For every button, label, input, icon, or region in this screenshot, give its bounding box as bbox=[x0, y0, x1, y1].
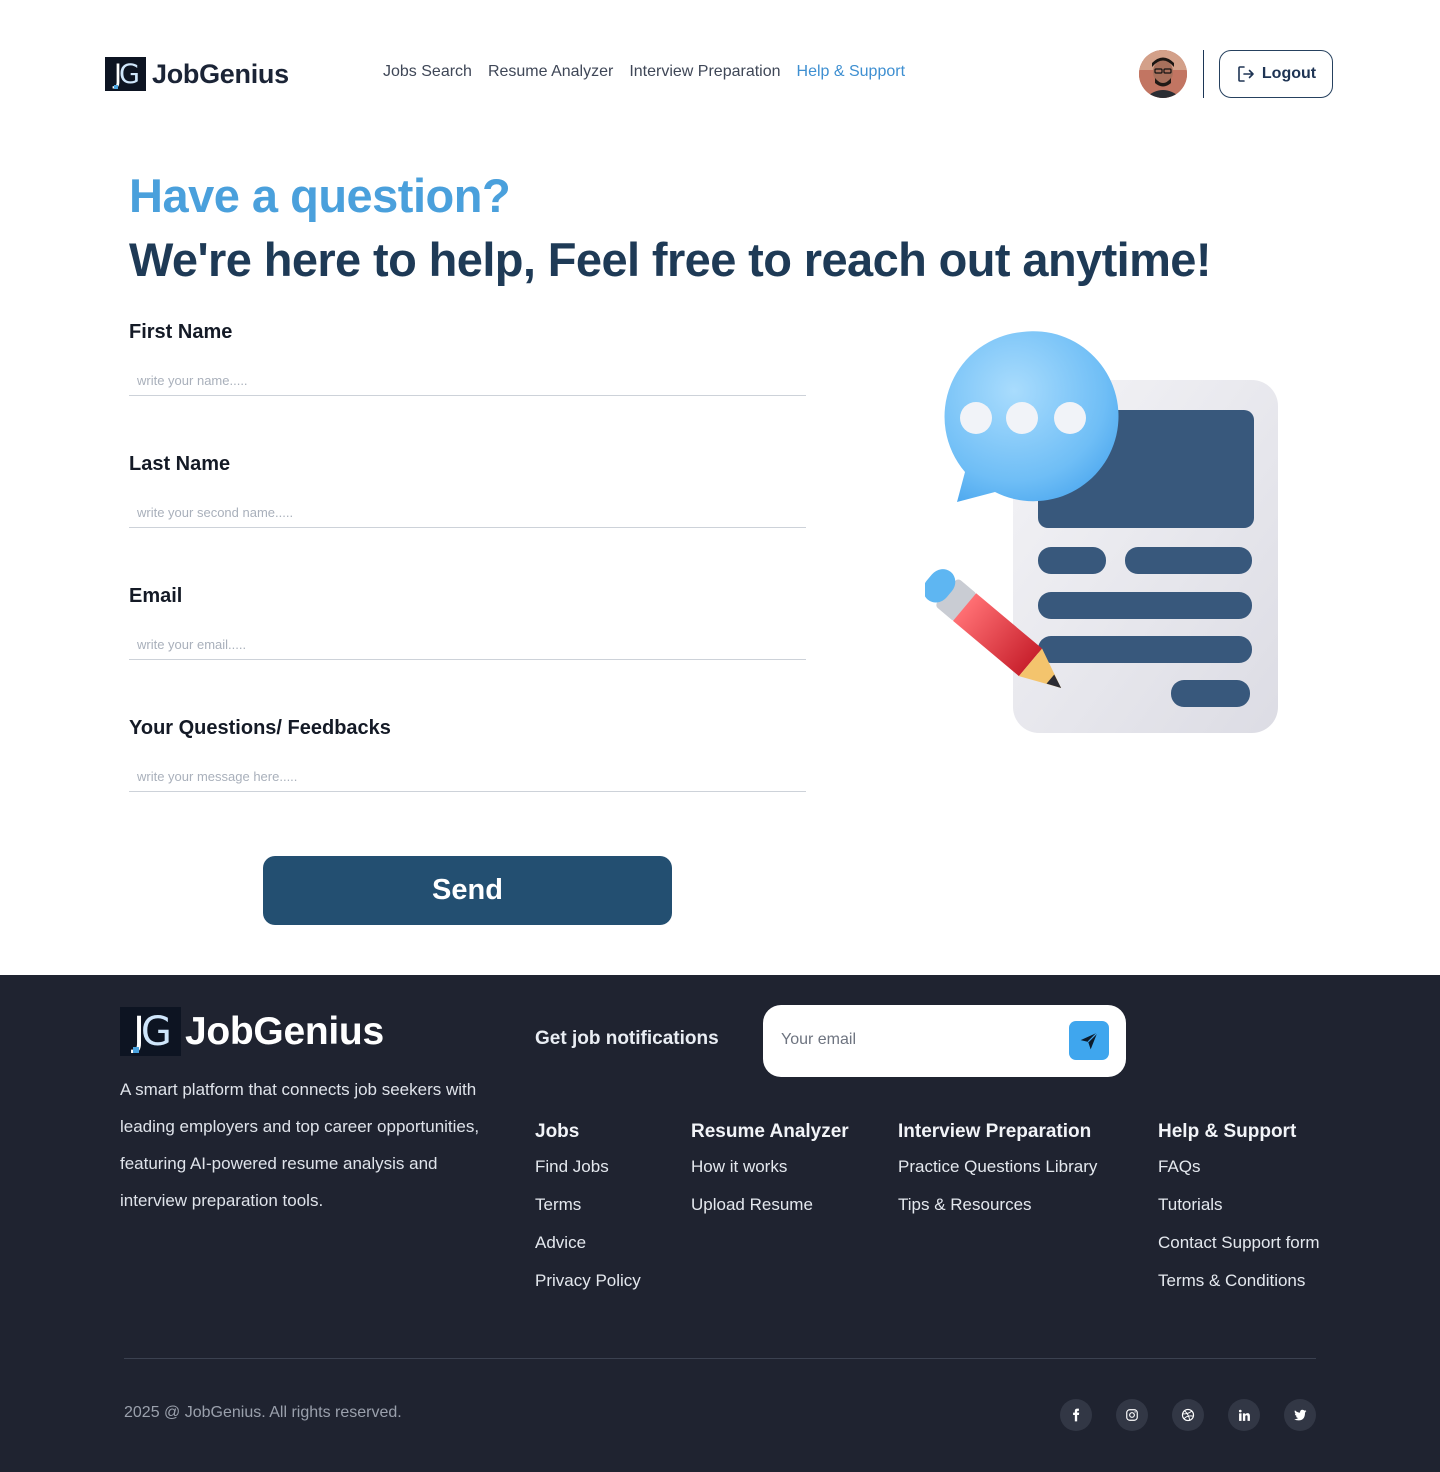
email-input[interactable] bbox=[129, 630, 806, 660]
email-group: Email bbox=[129, 585, 806, 660]
footer-col-title: Jobs bbox=[535, 1121, 580, 1142]
footer-col-help-support: Help & Support FAQs Tutorials Contact Su… bbox=[1158, 1121, 1320, 1309]
site-header: JG JobGenius Jobs Search Resume Analyzer… bbox=[0, 0, 1440, 148]
footer-link-tips-resources[interactable]: Tips & Resources bbox=[898, 1195, 1097, 1233]
instagram-link[interactable] bbox=[1116, 1399, 1148, 1431]
logo-text: JobGenius bbox=[152, 58, 289, 89]
footer-col-interview-preparation: Interview Preparation Practice Questions… bbox=[898, 1121, 1097, 1233]
instagram-icon bbox=[1126, 1409, 1138, 1421]
notify-email-input[interactable] bbox=[781, 1025, 1061, 1055]
footer-link-upload-resume[interactable]: Upload Resume bbox=[691, 1195, 849, 1233]
hero-subtitle: We're here to help, Feel free to reach o… bbox=[129, 233, 1211, 286]
footer-link-faqs[interactable]: FAQs bbox=[1158, 1157, 1320, 1195]
nav-interview-preparation[interactable]: Interview Preparation bbox=[629, 63, 780, 81]
footer-logo-text: JobGenius bbox=[185, 1009, 384, 1053]
header-divider bbox=[1203, 50, 1204, 98]
footer-description: A smart platform that connects job seeke… bbox=[120, 1080, 480, 1210]
footer-divider bbox=[124, 1358, 1316, 1359]
message-label: Your Questions/ Feedbacks bbox=[129, 717, 391, 739]
contact-illustration bbox=[925, 331, 1278, 733]
dribbble-icon bbox=[1181, 1408, 1195, 1422]
last-name-label: Last Name bbox=[129, 453, 231, 475]
notify-form bbox=[763, 1005, 1126, 1077]
footer-logo-mark-letter-g: G bbox=[140, 1008, 172, 1055]
footer-link-find-jobs[interactable]: Find Jobs bbox=[535, 1157, 641, 1195]
footer-link-practice-questions[interactable]: Practice Questions Library bbox=[898, 1157, 1097, 1195]
footer-col-title: Resume Analyzer bbox=[691, 1121, 849, 1142]
social-links bbox=[1060, 1399, 1316, 1431]
send-plane-icon bbox=[1080, 1031, 1098, 1049]
last-name-group: Last Name bbox=[129, 453, 806, 528]
main-nav: Jobs Search Resume Analyzer Interview Pr… bbox=[383, 63, 921, 81]
facebook-icon bbox=[1073, 1408, 1080, 1422]
notify-label: Get job notifications bbox=[535, 1028, 719, 1049]
send-button[interactable]: Send bbox=[263, 856, 672, 925]
footer-link-tutorials[interactable]: Tutorials bbox=[1158, 1195, 1320, 1233]
linkedin-icon bbox=[1238, 1409, 1250, 1421]
footer-logo-mark-icon: JG bbox=[120, 1007, 181, 1056]
footer-logo-mark-letter-j: J bbox=[133, 1008, 145, 1055]
hero-question: Have a question? bbox=[129, 169, 511, 222]
footer-link-terms-conditions[interactable]: Terms & Conditions bbox=[1158, 1271, 1320, 1309]
header-logo[interactable]: JG JobGenius bbox=[105, 57, 289, 91]
user-avatar-icon bbox=[1139, 50, 1187, 98]
footer-logo[interactable]: JG JobGenius bbox=[120, 1007, 384, 1056]
footer-col-jobs: Jobs Find Jobs Terms Advice Privacy Poli… bbox=[535, 1121, 641, 1309]
footer-link-privacy-policy[interactable]: Privacy Policy bbox=[535, 1271, 641, 1309]
message-input[interactable] bbox=[129, 762, 806, 792]
footer-col-title: Help & Support bbox=[1158, 1121, 1297, 1142]
logout-label: Logout bbox=[1261, 65, 1317, 82]
user-avatar[interactable] bbox=[1139, 50, 1187, 98]
footer-col-title: Interview Preparation bbox=[898, 1121, 1092, 1142]
first-name-group: First Name bbox=[129, 321, 806, 396]
nav-resume-analyzer[interactable]: Resume Analyzer bbox=[488, 63, 613, 81]
logout-button[interactable]: Logout bbox=[1219, 50, 1333, 98]
logo-mark-letter-g: G bbox=[119, 58, 140, 90]
twitter-link[interactable] bbox=[1284, 1399, 1316, 1431]
nav-jobs-search[interactable]: Jobs Search bbox=[383, 63, 472, 81]
notify-send-button[interactable] bbox=[1069, 1021, 1109, 1060]
footer-link-advice[interactable]: Advice bbox=[535, 1233, 641, 1271]
logo-mark-icon: JG bbox=[105, 57, 146, 91]
email-label: Email bbox=[129, 585, 183, 607]
facebook-link[interactable] bbox=[1060, 1399, 1092, 1431]
first-name-input[interactable] bbox=[129, 366, 806, 396]
last-name-input[interactable] bbox=[129, 498, 806, 528]
footer-link-contact-support[interactable]: Contact Support form bbox=[1158, 1233, 1320, 1271]
copyright-text: 2025 @ JobGenius. All rights reserved. bbox=[124, 1404, 402, 1421]
linkedin-link[interactable] bbox=[1228, 1399, 1260, 1431]
footer-col-resume-analyzer: Resume Analyzer How it works Upload Resu… bbox=[691, 1121, 849, 1233]
nav-help-support[interactable]: Help & Support bbox=[797, 63, 906, 81]
dribbble-link[interactable] bbox=[1172, 1399, 1204, 1431]
footer-link-how-it-works[interactable]: How it works bbox=[691, 1157, 849, 1195]
first-name-label: First Name bbox=[129, 321, 233, 343]
message-group: Your Questions/ Feedbacks bbox=[129, 717, 806, 792]
footer-link-terms[interactable]: Terms bbox=[535, 1195, 641, 1233]
logout-icon bbox=[1238, 66, 1254, 82]
site-footer: JG JobGenius A smart platform that conne… bbox=[0, 975, 1440, 1472]
twitter-icon bbox=[1294, 1409, 1307, 1421]
